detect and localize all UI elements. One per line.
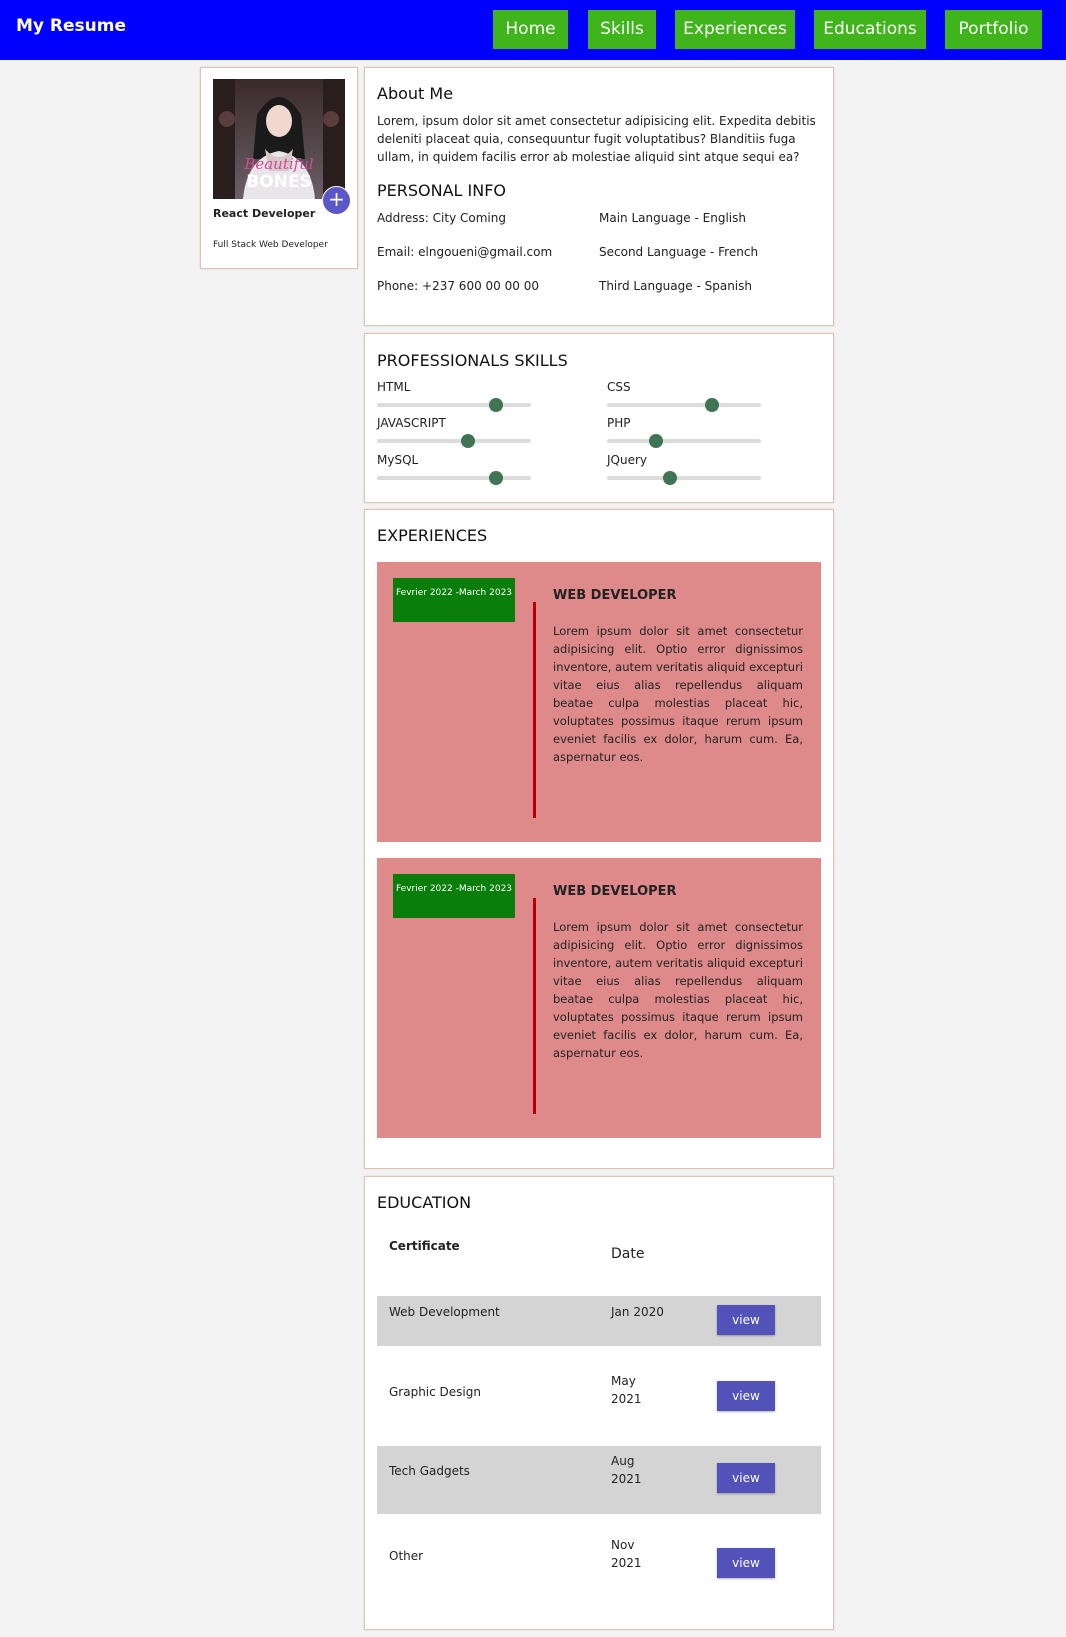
nav-experiences-button[interactable]: Experiences	[675, 10, 795, 49]
skill-slider[interactable]	[607, 434, 761, 448]
experience-role: WEB DEVELOPER	[553, 884, 677, 899]
date-cell: Aug 2021	[611, 1454, 642, 1486]
experience-item: Fevrier 2022 -March 2023 WEB DEVELOPER L…	[377, 562, 821, 842]
certificate-column-header: Certificate	[389, 1239, 460, 1253]
timeline-line	[533, 898, 536, 1114]
view-button[interactable]: view	[717, 1548, 775, 1578]
skill-label: HTML	[377, 380, 411, 394]
table-row: Web Development Jan 2020 view	[377, 1296, 821, 1346]
nav-home-button[interactable]: Home	[493, 10, 568, 49]
skill-label: MySQL	[377, 453, 419, 467]
top-navbar: My Resume Home Skills Experiences Educat…	[0, 0, 1066, 60]
about-card: About Me Lorem, ipsum dolor sit amet con…	[364, 67, 834, 326]
skill-slider[interactable]	[607, 398, 761, 412]
experience-date-badge: Fevrier 2022 -March 2023	[393, 578, 515, 622]
add-photo-button[interactable]: +	[322, 186, 351, 215]
skill-label: CSS	[607, 380, 631, 394]
nav-educations-button[interactable]: Educations	[814, 10, 926, 49]
main-language-text: Main Language - English	[599, 211, 746, 225]
plus-icon: +	[328, 187, 345, 211]
certificate-cell: Web Development	[389, 1305, 500, 1319]
slider-knob[interactable]	[488, 471, 503, 485]
certificate-cell: Other	[389, 1549, 424, 1563]
education-heading: EDUCATION	[377, 1193, 472, 1212]
experience-description: Lorem ipsum dolor sit amet consectetur a…	[553, 624, 803, 764]
skill-slider[interactable]	[377, 398, 531, 412]
about-text: Lorem, ipsum dolor sit amet consectetur …	[377, 114, 816, 164]
date-cell: May 2021	[611, 1374, 642, 1406]
profile-subtitle: Full Stack Web Developer	[213, 240, 328, 250]
skill-slider[interactable]	[377, 471, 531, 485]
slider-knob[interactable]	[704, 398, 719, 412]
education-card: EDUCATION Certificate Date Web Developme…	[364, 1176, 834, 1630]
profile-card: Beautiful BONES + React Developer Full S…	[200, 67, 358, 269]
date-cell: Nov 2021	[611, 1538, 642, 1570]
experience-role: WEB DEVELOPER	[553, 588, 677, 603]
skill-label: JAVASCRIPT	[377, 416, 446, 430]
phone-text: Phone: +237 600 00 00 00	[377, 279, 539, 293]
skills-heading: PROFESSIONALS SKILLS	[377, 351, 568, 370]
skill-label: PHP	[607, 416, 631, 430]
experiences-card: EXPERIENCES Fevrier 2022 -March 2023 WEB…	[364, 509, 834, 1169]
view-button[interactable]: view	[717, 1463, 775, 1493]
brand-title[interactable]: My Resume	[16, 16, 126, 36]
date-cell: Jan 2020	[611, 1305, 664, 1319]
profile-photo: Beautiful BONES	[213, 79, 345, 199]
table-row: Other Nov 2021 view	[377, 1514, 821, 1614]
view-button[interactable]: view	[717, 1305, 775, 1335]
experience-description: Lorem ipsum dolor sit amet consectetur a…	[553, 920, 803, 1060]
address-text: Address: City Coming	[377, 211, 506, 225]
slider-knob[interactable]	[663, 471, 678, 485]
nav-skills-button[interactable]: Skills	[588, 10, 656, 49]
svg-text:Beautiful: Beautiful	[243, 155, 314, 173]
email-text: Email: elngoueni@gmail.com	[377, 245, 553, 259]
second-language-text: Second Language - French	[599, 245, 759, 259]
svg-text:BONES: BONES	[246, 172, 312, 192]
experience-item: Fevrier 2022 -March 2023 WEB DEVELOPER L…	[377, 858, 821, 1138]
profile-title: React Developer	[213, 207, 316, 220]
timeline-line	[533, 602, 536, 818]
table-row: Graphic Design May 2021 view	[377, 1346, 821, 1444]
table-row: Tech Gadgets Aug 2021 view	[377, 1446, 821, 1514]
experience-date-badge: Fevrier 2022 -March 2023	[393, 874, 515, 918]
certificate-cell: Tech Gadgets	[389, 1464, 470, 1478]
certificate-cell: Graphic Design	[389, 1385, 481, 1399]
skill-slider[interactable]	[607, 471, 761, 485]
slider-knob[interactable]	[649, 434, 664, 448]
skill-label: JQuery	[607, 453, 648, 467]
personal-info-heading: PERSONAL INFO	[377, 181, 507, 200]
slider-knob[interactable]	[488, 398, 503, 412]
skills-card: PROFESSIONALS SKILLS HTML CSS JAVASCRIPT…	[364, 333, 834, 503]
experiences-heading: EXPERIENCES	[377, 526, 488, 545]
about-heading: About Me	[377, 84, 454, 103]
skill-slider[interactable]	[377, 434, 531, 448]
nav-portfolio-button[interactable]: Portfolio	[945, 10, 1042, 49]
third-language-text: Third Language - Spanish	[599, 279, 752, 293]
view-button[interactable]: view	[717, 1381, 775, 1411]
date-column-header: Date	[611, 1246, 645, 1262]
slider-knob[interactable]	[460, 434, 475, 448]
